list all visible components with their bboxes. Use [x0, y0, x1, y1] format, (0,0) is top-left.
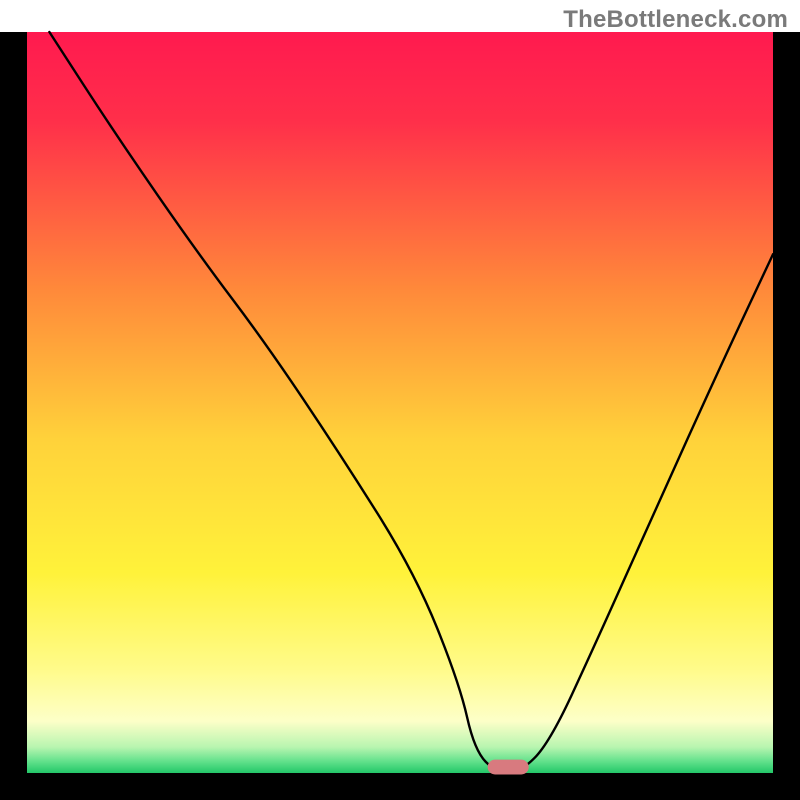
chart-background-gradient: [27, 32, 773, 773]
optimal-range-marker: [488, 760, 529, 775]
corner-tl: [0, 0, 27, 32]
axis-left-2: [0, 32, 27, 800]
axis-right-2: [773, 32, 800, 800]
bottleneck-chart: [0, 0, 800, 800]
watermark-text: TheBottleneck.com: [563, 6, 788, 34]
chart-container: TheBottleneck.com: [0, 0, 800, 800]
axis-bottom: [0, 773, 800, 800]
